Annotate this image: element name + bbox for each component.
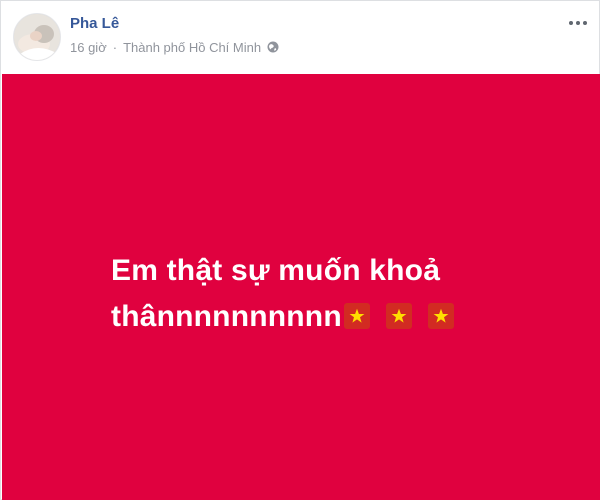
status-line-2-text: thânnnnnnnnnn [111,300,342,333]
status-line-2: thânnnnnnnnnn [111,294,551,340]
post-header: Pha Lê 16 giờ · Thành phố Hồ Chí Minh [1,1,599,73]
meta-separator: · [112,39,118,55]
status-line-1: Em thật sự muốn khoả [111,254,441,287]
vietnam-flag-icon [385,303,412,329]
vietnam-flag-icon [427,303,454,329]
author-name[interactable]: Pha Lê [70,15,119,32]
vietnam-flag-icon [343,303,370,329]
facebook-post: Pha Lê 16 giờ · Thành phố Hồ Chí Minh Em… [0,0,600,500]
avatar-photo [14,14,60,60]
globe-icon[interactable] [267,41,279,53]
status-text: Em thật sự muốn khoả thânnnnnnnnnn [111,248,551,340]
avatar[interactable] [13,13,61,61]
post-location[interactable]: Thành phố Hồ Chí Minh [123,40,261,55]
post-meta: 16 giờ · Thành phố Hồ Chí Minh [70,39,279,55]
post-timestamp[interactable]: 16 giờ [70,40,107,55]
more-options-icon[interactable] [569,17,587,29]
